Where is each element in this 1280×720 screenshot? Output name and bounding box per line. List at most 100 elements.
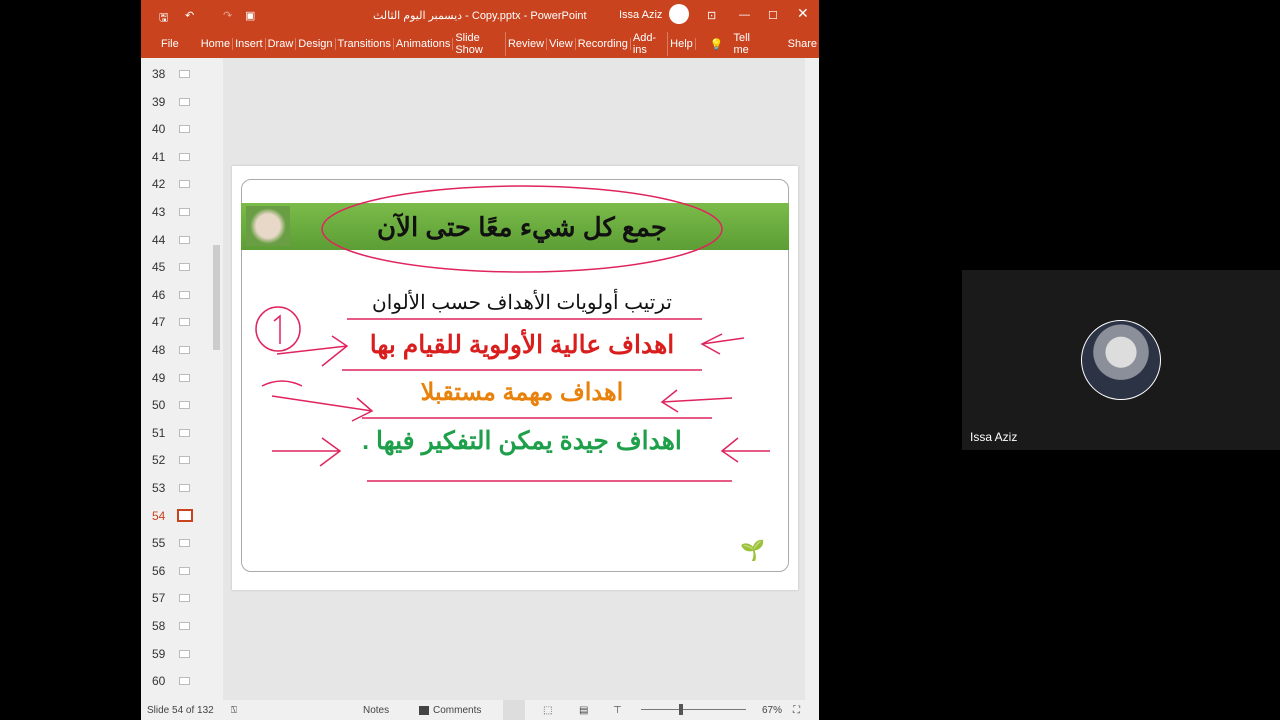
slide-thumbnail[interactable]: 48 — [141, 340, 211, 360]
slide-thumbnail[interactable]: 50 — [141, 395, 211, 415]
tab-animations[interactable]: Animations — [394, 38, 454, 50]
tab-draw[interactable]: Draw — [266, 38, 297, 50]
slide-thumbnail[interactable]: 47 — [141, 312, 211, 332]
reading-view-icon[interactable]: ▤ — [579, 705, 588, 716]
slide-thumbnail[interactable]: 41 — [141, 147, 211, 167]
slide-number: 41 — [152, 149, 166, 164]
user-name: Issa Aziz — [619, 9, 663, 21]
slide-number: 54 — [152, 508, 166, 523]
slide-number: 51 — [152, 425, 166, 440]
slide-preview-icon — [179, 180, 190, 189]
tab-file[interactable]: File — [159, 38, 181, 50]
minimize-icon[interactable]: — — [739, 9, 750, 21]
slide-thumbnail[interactable]: 54 — [141, 506, 211, 526]
slide-thumbnail[interactable]: 59 — [141, 644, 211, 664]
slide-number: 58 — [152, 619, 166, 633]
start-slideshow-icon[interactable]: ▣ — [245, 9, 255, 22]
slide-thumbnail[interactable]: 39 — [141, 92, 211, 112]
slideshow-view-icon[interactable]: ⊤ — [613, 705, 622, 716]
slide-thumbnail[interactable]: 38 — [141, 64, 211, 84]
slide-preview-icon — [179, 152, 190, 161]
slide-thumbnail[interactable]: 53 — [141, 478, 211, 498]
slide-number: 56 — [152, 563, 166, 578]
participant-avatar — [1081, 320, 1161, 400]
participant-name: Issa Aziz — [970, 430, 1018, 444]
slide-preview-icon — [179, 428, 190, 437]
slide-preview-icon — [179, 566, 190, 575]
tab-review[interactable]: Review — [506, 38, 548, 50]
accessibility-icon[interactable]: ⍂ — [231, 705, 237, 716]
fit-to-window-icon[interactable]: ⛶ — [793, 705, 800, 716]
slide-thumbnail[interactable]: 43 — [141, 202, 211, 222]
slide-thumbnail[interactable]: 57 — [141, 588, 211, 608]
tell-me-search[interactable]: Tell me — [731, 32, 765, 56]
editor-scrollbar[interactable] — [805, 58, 819, 700]
video-tile: Issa Aziz — [962, 270, 1280, 450]
slide-number: 55 — [152, 536, 166, 551]
slide-thumbnail[interactable]: 44 — [141, 230, 211, 250]
tab-recording[interactable]: Recording — [576, 38, 631, 50]
slide-canvas[interactable]: جمع كل شيء معًا حتى الآن ترتيب أولويات ا… — [232, 166, 798, 590]
tab-design[interactable]: Design — [296, 38, 336, 50]
share-button[interactable]: Share — [786, 38, 819, 50]
undo-icon[interactable]: ↶ — [185, 9, 194, 22]
slide-preview-icon — [179, 97, 190, 106]
slide-thumbnail[interactable]: 52 — [141, 450, 211, 470]
ribbon-display-icon[interactable]: ⊡ — [707, 9, 716, 22]
slide-thumbnail[interactable]: 60 — [141, 671, 211, 691]
tab-help[interactable]: Help — [668, 38, 696, 50]
status-bar: Slide 54 of 132 ⍂ Notes Comments ⬚ ▤ ⊤ 6… — [141, 700, 819, 720]
zoom-slider[interactable] — [641, 709, 746, 710]
slide-preview-icon — [179, 677, 190, 686]
slide-number: 57 — [152, 591, 166, 606]
slide-thumbnail-pane: 38 39 40 41 42 43 44 45 46 47 48 49 50 51 52 53 54 55 56 57… — [141, 58, 223, 700]
slide-number: 60 — [152, 674, 166, 689]
notes-button[interactable]: Notes — [363, 705, 389, 716]
zoom-level[interactable]: 67% — [762, 705, 782, 716]
slide-thumbnail[interactable]: 55 — [141, 533, 211, 553]
slide-number: 45 — [152, 260, 166, 275]
slide-thumbnail[interactable]: 56 — [141, 561, 211, 581]
normal-view-button[interactable] — [503, 700, 525, 720]
slide-preview-icon — [179, 70, 190, 78]
close-icon[interactable]: ✕ — [797, 5, 809, 22]
slide-sorter-icon[interactable]: ⬚ — [543, 705, 552, 716]
tab-transitions[interactable]: Transitions — [336, 38, 394, 50]
slide-preview-icon — [179, 539, 190, 548]
slide-number: 48 — [152, 343, 166, 357]
slide-thumbnail[interactable]: 40 — [141, 119, 211, 139]
thumbnail-scrollbar[interactable] — [213, 245, 220, 350]
slide-number: 47 — [152, 315, 166, 330]
user-avatar[interactable] — [669, 4, 689, 24]
slide-thumbnail[interactable]: 42 — [141, 174, 211, 194]
tab-view[interactable]: View — [547, 38, 576, 50]
tab-slide-show[interactable]: Slide Show — [453, 32, 506, 56]
tab-home[interactable]: Home — [199, 38, 234, 50]
slide-number: 39 — [152, 94, 166, 109]
save-icon[interactable]: 🖫 — [159, 9, 168, 28]
slide-number: 43 — [152, 205, 166, 219]
slide-number: 42 — [152, 177, 166, 192]
slide-preview-icon — [179, 649, 190, 658]
slide-preview-icon — [179, 290, 190, 299]
slide-preview-icon — [179, 235, 190, 244]
slide-number: 53 — [152, 481, 166, 495]
maximize-icon[interactable]: ☐ — [768, 9, 778, 22]
comments-button[interactable]: Comments — [433, 705, 481, 716]
slide-preview-icon — [179, 456, 190, 465]
slide-preview-icon — [179, 401, 190, 410]
slide-preview-icon — [179, 346, 190, 354]
tab-insert[interactable]: Insert — [233, 38, 266, 50]
slide-thumbnail[interactable]: 58 — [141, 616, 211, 636]
slide-number: 50 — [152, 398, 166, 413]
zoom-slider-thumb[interactable] — [679, 704, 683, 715]
slide-thumbnail[interactable]: 51 — [141, 423, 211, 443]
tab-add-ins[interactable]: Add-ins — [631, 32, 669, 56]
slide-thumbnail[interactable]: 46 — [141, 285, 211, 305]
slide-thumbnail[interactable]: 45 — [141, 257, 211, 277]
slide-preview-icon — [179, 622, 190, 630]
slide-counter: Slide 54 of 132 — [147, 705, 214, 716]
redo-icon[interactable]: ↷ — [223, 9, 232, 22]
slide-thumbnail[interactable]: 49 — [141, 368, 211, 388]
lightbulb-icon: 💡 — [709, 38, 724, 51]
